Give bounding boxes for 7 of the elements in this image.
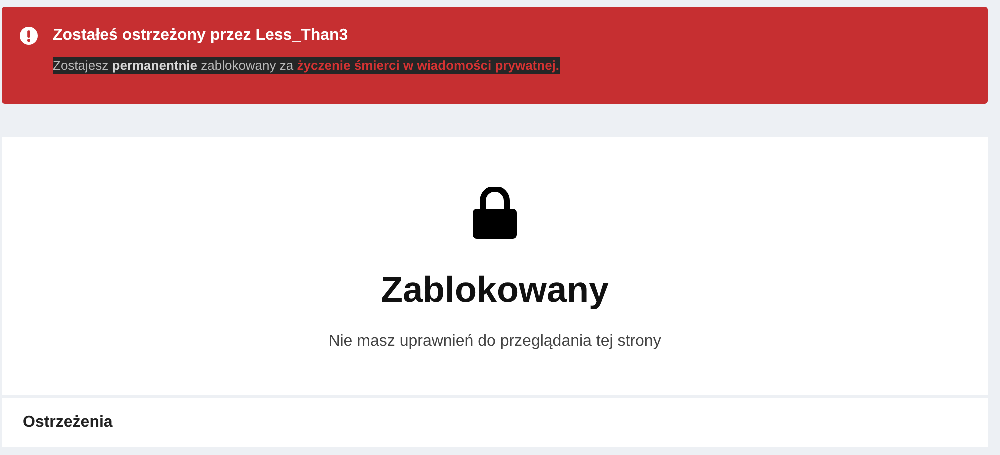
warnings-heading: Ostrzeżenia xyxy=(23,414,113,432)
exclamation-icon xyxy=(20,27,38,45)
alert-message: Zostajesz permanentnie zablokowany za życzenie śmierci w wiadomości prywatnej. xyxy=(53,57,560,74)
blocked-subtitle: Nie masz uprawnień do przeglądania tej strony xyxy=(328,333,662,351)
alert-title: Zostałeś ostrzeżony przez Less_Than3 xyxy=(53,27,348,45)
blocked-title: Zablokowany xyxy=(380,269,610,311)
lock-icon xyxy=(473,187,517,239)
